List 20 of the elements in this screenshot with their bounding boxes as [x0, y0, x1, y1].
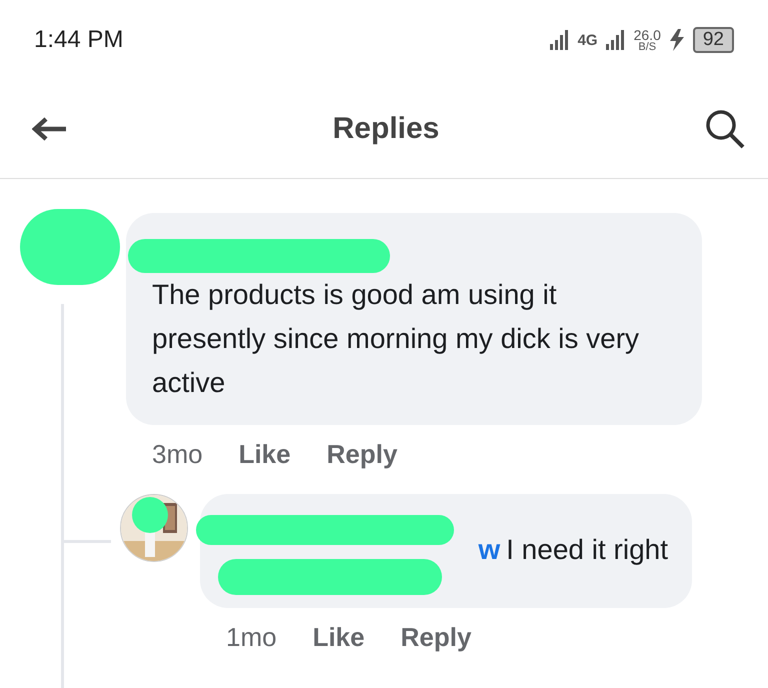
reply-link[interactable]: Reply: [326, 439, 398, 470]
mention-link[interactable]: w: [478, 528, 500, 572]
network-speed: 26.0: [634, 28, 661, 42]
speed-unit: B/S: [638, 42, 656, 52]
network-type: 4G: [578, 32, 598, 48]
comment-time: 1mo: [226, 622, 277, 653]
reply-link[interactable]: Reply: [400, 622, 472, 653]
page-title: Replies: [332, 112, 440, 146]
battery-level: 92: [692, 27, 734, 53]
comment-text: I need it right: [506, 533, 668, 567]
search-icon[interactable]: [704, 108, 746, 150]
like-link[interactable]: Like: [238, 439, 291, 470]
like-link[interactable]: Like: [312, 622, 365, 653]
signal-icon: [606, 30, 626, 50]
comment-time: 3mo: [152, 439, 203, 470]
comment-text: The products is good am using it presently since morning my dick is very active: [152, 278, 640, 400]
status-time: 1:44 PM: [34, 26, 124, 54]
signal-icon: [550, 30, 570, 50]
lightning-icon: [668, 29, 685, 51]
back-arrow-icon[interactable]: [32, 116, 68, 142]
